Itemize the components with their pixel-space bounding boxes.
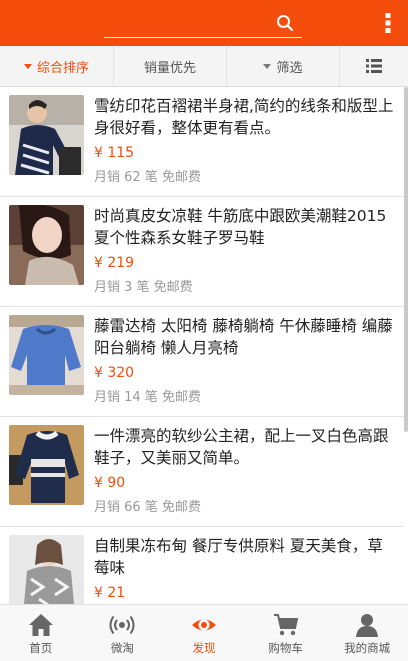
eye-icon [191,619,216,631]
product-list: 雪纺印花百褶裙半身裙,简约的线条和版型上身很好看，整体更有看点。 ¥ 115 月… [0,87,408,604]
filter-tab-filter[interactable]: 筛选 [227,46,340,86]
product-sales: 月销 66 笔 免邮费 [94,500,201,515]
product-image [9,315,84,395]
product-item[interactable]: 雪纺印花百褶裙半身裙,简约的线条和版型上身很好看，整体更有看点。 ¥ 115 月… [0,87,404,197]
product-price: ¥ 320 [94,365,135,381]
product-image [9,425,84,505]
product-sales: 月销 62 笔 免邮费 [94,170,201,185]
search-icon[interactable] [276,14,294,32]
user-icon [356,614,379,637]
filter-bar: 综合排序 销量优先 筛选 [0,46,408,87]
filter-tab-label: 综合排序 [36,60,89,76]
tab-cart[interactable]: 购物车 [245,605,327,661]
tab-discover[interactable]: 发现 [163,605,245,661]
product-price: ¥ 90 [94,475,126,491]
product-item[interactable]: 一件漂亮的软纱公主裙，配上一叉白色高跟鞋子，又美丽又简单。 ¥ 90 月销 66… [0,417,404,527]
scrollbar[interactable] [404,87,408,432]
list-view-toggle[interactable] [340,46,408,86]
product-item[interactable]: 自制果冻布甸 餐厅专供原料 夏天美食，草莓味 ¥ 21 [0,527,404,604]
filter-tab-sales[interactable]: 销量优先 [114,46,227,86]
product-item[interactable]: 藤雷达椅 太阳椅 藤椅躺椅 午休藤睡椅 编藤阳台躺椅 懒人月亮椅 ¥ 320 月… [0,307,404,417]
product-image [9,535,84,604]
product-title: 自制果冻布甸 餐厅专供原料 夏天美食，草莓味 [94,537,383,577]
product-title: 一件漂亮的软纱公主裙，配上一叉白色高跟鞋子，又美丽又简单。 [94,427,389,467]
caret-down-icon [23,63,32,69]
filter-tab-label: 销量优先 [143,60,196,76]
product-image [9,205,84,285]
tab-label: 我的商城 [344,641,391,655]
list-view-icon [366,59,382,73]
tab-home[interactable]: 首页 [0,605,82,661]
top-bar [0,0,408,46]
product-sales: 月销 3 笔 免邮费 [94,280,193,295]
caret-down-icon [263,63,272,69]
product-price: ¥ 115 [94,145,135,161]
search-input[interactable] [104,8,302,38]
tab-weitao[interactable]: 微淘 [82,605,164,661]
tab-my-store[interactable]: 我的商城 [326,605,408,661]
product-title: 雪纺印花百褶裙半身裙,简约的线条和版型上身很好看，整体更有看点。 [94,97,394,137]
tab-label: 发现 [192,641,216,655]
product-title: 时尚真皮女凉鞋 牛筋底中跟欧美潮鞋2015夏个性森系女鞋子罗马鞋 [94,207,387,247]
tab-label: 微淘 [110,641,134,655]
product-price: ¥ 21 [94,585,126,601]
product-sales: 月销 14 笔 免邮费 [94,390,201,405]
bottom-tab-bar: 首页 微淘 发现 购物车 我的商城 [0,604,408,661]
filter-tab-comprehensive[interactable]: 综合排序 [0,46,114,86]
tab-label: 购物车 [268,641,303,655]
product-image [9,95,84,175]
product-title: 藤雷达椅 太阳椅 藤椅躺椅 午休藤睡椅 编藤阳台躺椅 懒人月亮椅 [94,317,393,357]
product-price: ¥ 219 [94,255,135,271]
product-item[interactable]: 时尚真皮女凉鞋 牛筋底中跟欧美潮鞋2015夏个性森系女鞋子罗马鞋 ¥ 219 月… [0,197,404,307]
filter-tab-label: 筛选 [276,60,303,76]
more-vertical-icon[interactable] [384,12,392,34]
cart-icon [273,614,298,636]
home-icon [28,614,53,636]
broadcast-icon [109,615,135,635]
tab-label: 首页 [29,641,53,655]
